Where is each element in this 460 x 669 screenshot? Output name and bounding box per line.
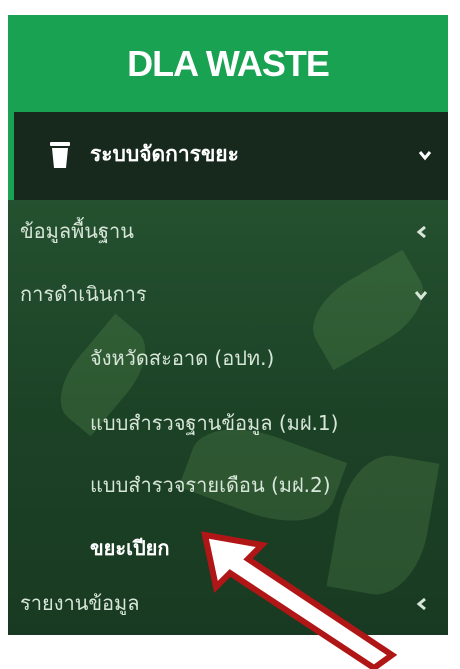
annotation-arrow-icon <box>201 531 398 669</box>
